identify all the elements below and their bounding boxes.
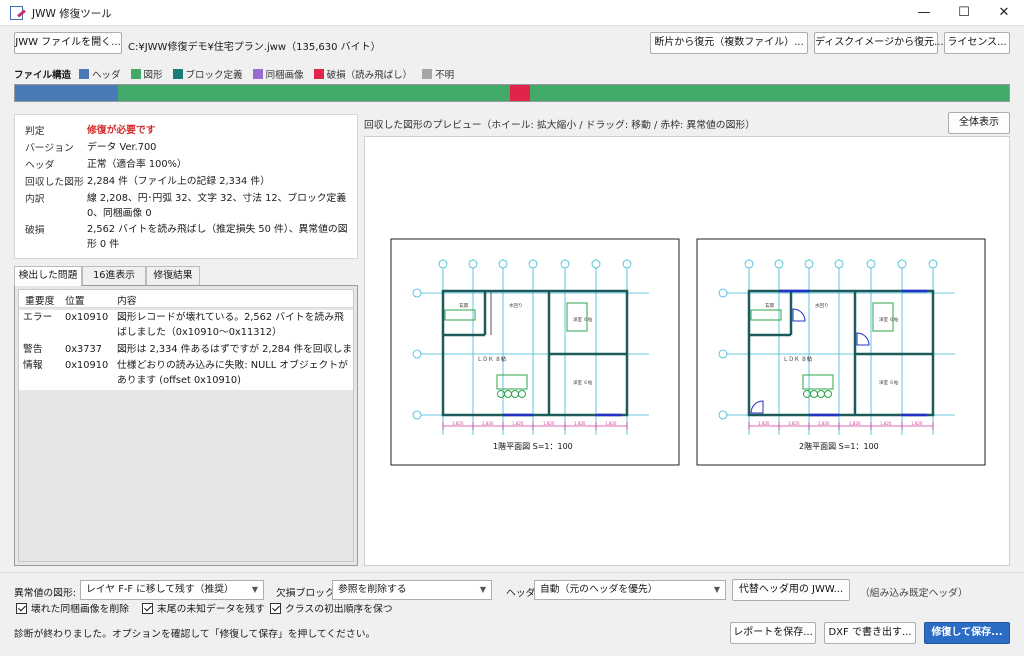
repair-save-button[interactable]: 修復して保存...	[924, 622, 1010, 644]
checkbox-checked-icon	[142, 602, 153, 614]
preview-label: 回収した図形のプレビュー（ホイール: 拡大縮小 / ドラッグ: 移動 / 赤枠:…	[364, 120, 755, 131]
legend-swatch	[252, 69, 263, 79]
legend-item: 図形	[130, 67, 163, 81]
legend-item: 不明	[422, 67, 454, 81]
legend-item: 同梱画像	[252, 67, 304, 81]
tab-issues[interactable]: 検出した問題	[14, 266, 82, 286]
abnormal-select[interactable]: レイヤ F-F に移して残す（推奨） ▼	[80, 580, 264, 600]
issue-row[interactable]: 情報 0x10910 仕様どおりの読み込みに失敗: NULL オブジェクトがあり…	[19, 358, 353, 390]
svg-text:玄関: 玄関	[459, 302, 468, 309]
file-structure-bar[interactable]	[14, 84, 1010, 102]
open-file-button[interactable]: JWW ファイルを開く...	[14, 32, 122, 54]
svg-text:1,820: 1,820	[911, 421, 923, 426]
chevron-down-icon: ▼	[713, 585, 720, 594]
keep-unknown-checkbox[interactable]: 末尾の未知データを残す	[142, 601, 265, 615]
chevron-down-icon: ▼	[479, 585, 486, 594]
export-dxf-button[interactable]: DXF で書き出す...	[824, 622, 916, 644]
save-report-button[interactable]: レポートを保存...	[730, 622, 816, 644]
column-header-offset[interactable]: 位置	[65, 293, 85, 307]
missing-block-label: 欠損ブロック:	[276, 588, 339, 599]
svg-text:1,820: 1,820	[574, 421, 586, 426]
chevron-down-icon: ▼	[251, 585, 258, 594]
preview-canvas[interactable]: 1,820 1,820 1,820 1,820 1,820 1,820 玄関 水…	[364, 136, 1010, 566]
legend-swatch	[79, 69, 90, 79]
fit-view-button[interactable]: 全体表示	[948, 112, 1010, 134]
checkbox-checked-icon	[16, 602, 27, 614]
svg-text:1,820: 1,820	[605, 421, 617, 426]
missing-block-select[interactable]: 参照を削除する ▼	[332, 580, 492, 600]
svg-text:1,820: 1,820	[849, 421, 861, 426]
svg-text:水回り: 水回り	[509, 302, 523, 309]
legend-title: ファイル構造	[14, 70, 72, 81]
svg-text:1,820: 1,820	[880, 421, 892, 426]
issues-list[interactable]: 重要度 位置 内容 エラー 0x10910 図形レコードが壊れている。2,562…	[18, 289, 354, 562]
issues-panel: 重要度 位置 内容 エラー 0x10910 図形レコードが壊れている。2,562…	[14, 285, 358, 566]
legend-swatch	[172, 69, 183, 79]
status-message: 診断が終わりました。オプションを確認して「修復して保存」を押してください。	[14, 629, 376, 640]
structure-segment[interactable]	[118, 85, 510, 101]
legend-item: 破損（読み飛ばし）	[313, 67, 412, 81]
checkbox-checked-icon	[270, 602, 281, 614]
issues-header: 重要度 位置 内容	[19, 290, 353, 308]
app-icon	[10, 6, 23, 20]
class-order-checkbox[interactable]: クラスの初出順序を保つ	[270, 601, 393, 615]
legend-swatch	[313, 69, 324, 79]
svg-text:1,820: 1,820	[818, 421, 830, 426]
svg-text:1,820: 1,820	[452, 421, 464, 426]
floor-plan-preview[interactable]: 1,820 1,820 1,820 1,820 1,820 1,820 玄関 水…	[365, 137, 1011, 567]
structure-segment[interactable]	[15, 85, 119, 101]
floor-plan-1: 1,820 1,820 1,820 1,820 1,820 1,820 玄関 水…	[390, 238, 680, 466]
window-title: JWW 修復ツール	[32, 8, 112, 20]
svg-text:洋室 ６帖: 洋室 ６帖	[573, 316, 593, 323]
plan1-title: 1階平面図 S=1：100	[493, 441, 573, 451]
issue-row[interactable]: エラー 0x10910 図形レコードが壊れている。2,562 バイトを読み飛ばし…	[19, 310, 353, 342]
close-button[interactable]: ✕	[984, 0, 1024, 26]
legend-item: ブロック定義	[172, 67, 243, 81]
svg-text:1,820: 1,820	[512, 421, 524, 426]
svg-text:洋室 ６帖: 洋室 ６帖	[879, 379, 899, 386]
legend-swatch	[422, 69, 433, 79]
license-button[interactable]: ライセンス...	[944, 32, 1010, 54]
alt-header-button[interactable]: 代替ヘッダ用の JWW...	[732, 579, 850, 601]
column-header-content[interactable]: 内容	[117, 293, 137, 307]
svg-text:ＬＤＫ ８帖: ＬＤＫ ８帖	[783, 355, 813, 363]
verdict-value: 修復が必要です	[87, 125, 156, 136]
svg-text:1,820: 1,820	[543, 421, 555, 426]
column-header-severity[interactable]: 重要度	[25, 293, 54, 307]
svg-text:水回り: 水回り	[815, 302, 829, 309]
title-bar: JWW 修復ツール — ☐ ✕	[0, 0, 1024, 26]
disk-image-button[interactable]: ディスクイメージから復元...	[814, 32, 944, 54]
svg-text:洋室 ６帖: 洋室 ６帖	[879, 316, 899, 323]
structure-segment[interactable]	[510, 85, 530, 101]
delete-images-checkbox[interactable]: 壊れた同梱画像を削除	[16, 601, 129, 615]
legend-item: ヘッダ	[79, 67, 121, 81]
diagnosis-panel: 判定 修復が必要です バージョン データ Ver.700 ヘッダ 正常（適合率 100…	[14, 114, 358, 259]
alt-header-note: （組み込み既定ヘッダ）	[860, 588, 968, 599]
svg-text:玄関: 玄関	[765, 302, 774, 309]
file-path: C:¥JWW修復デモ¥住宅プラン.jww（135,630 バイト）	[128, 42, 381, 53]
maximize-button[interactable]: ☐	[944, 0, 984, 26]
recover-fragments-button[interactable]: 断片から復元（複数ファイル）...	[650, 32, 808, 54]
header-select[interactable]: 自動（元のヘッダを優先） ▼	[534, 580, 726, 600]
structure-segment[interactable]	[529, 85, 1009, 101]
svg-text:洋室 ６帖: 洋室 ６帖	[573, 379, 593, 386]
structure-legend: ファイル構造 ヘッダ 図形 ブロック定義 同梱画像 破損（読み飛ばし） 不明	[14, 67, 464, 81]
tab-hex[interactable]: 16進表示	[82, 266, 146, 285]
tab-result[interactable]: 修復結果	[146, 266, 200, 285]
svg-text:1,820: 1,820	[482, 421, 494, 426]
svg-text:ＬＤＫ ８帖: ＬＤＫ ８帖	[477, 355, 507, 363]
plan2-title: 2階平面図 S=1：100	[799, 441, 879, 451]
legend-swatch	[130, 69, 141, 79]
abnormal-label: 異常値の図形:	[14, 588, 77, 599]
minimize-button[interactable]: —	[904, 0, 944, 26]
svg-text:1,820: 1,820	[788, 421, 800, 426]
svg-text:1,820: 1,820	[758, 421, 770, 426]
issue-row[interactable]: 警告 0x3737 図形は 2,334 件あるはずですが 2,284 件を回収し…	[19, 342, 353, 370]
floor-plan-2: 1,820 1,820 1,820 1,820 1,820 1,820 玄関 水…	[696, 238, 986, 466]
